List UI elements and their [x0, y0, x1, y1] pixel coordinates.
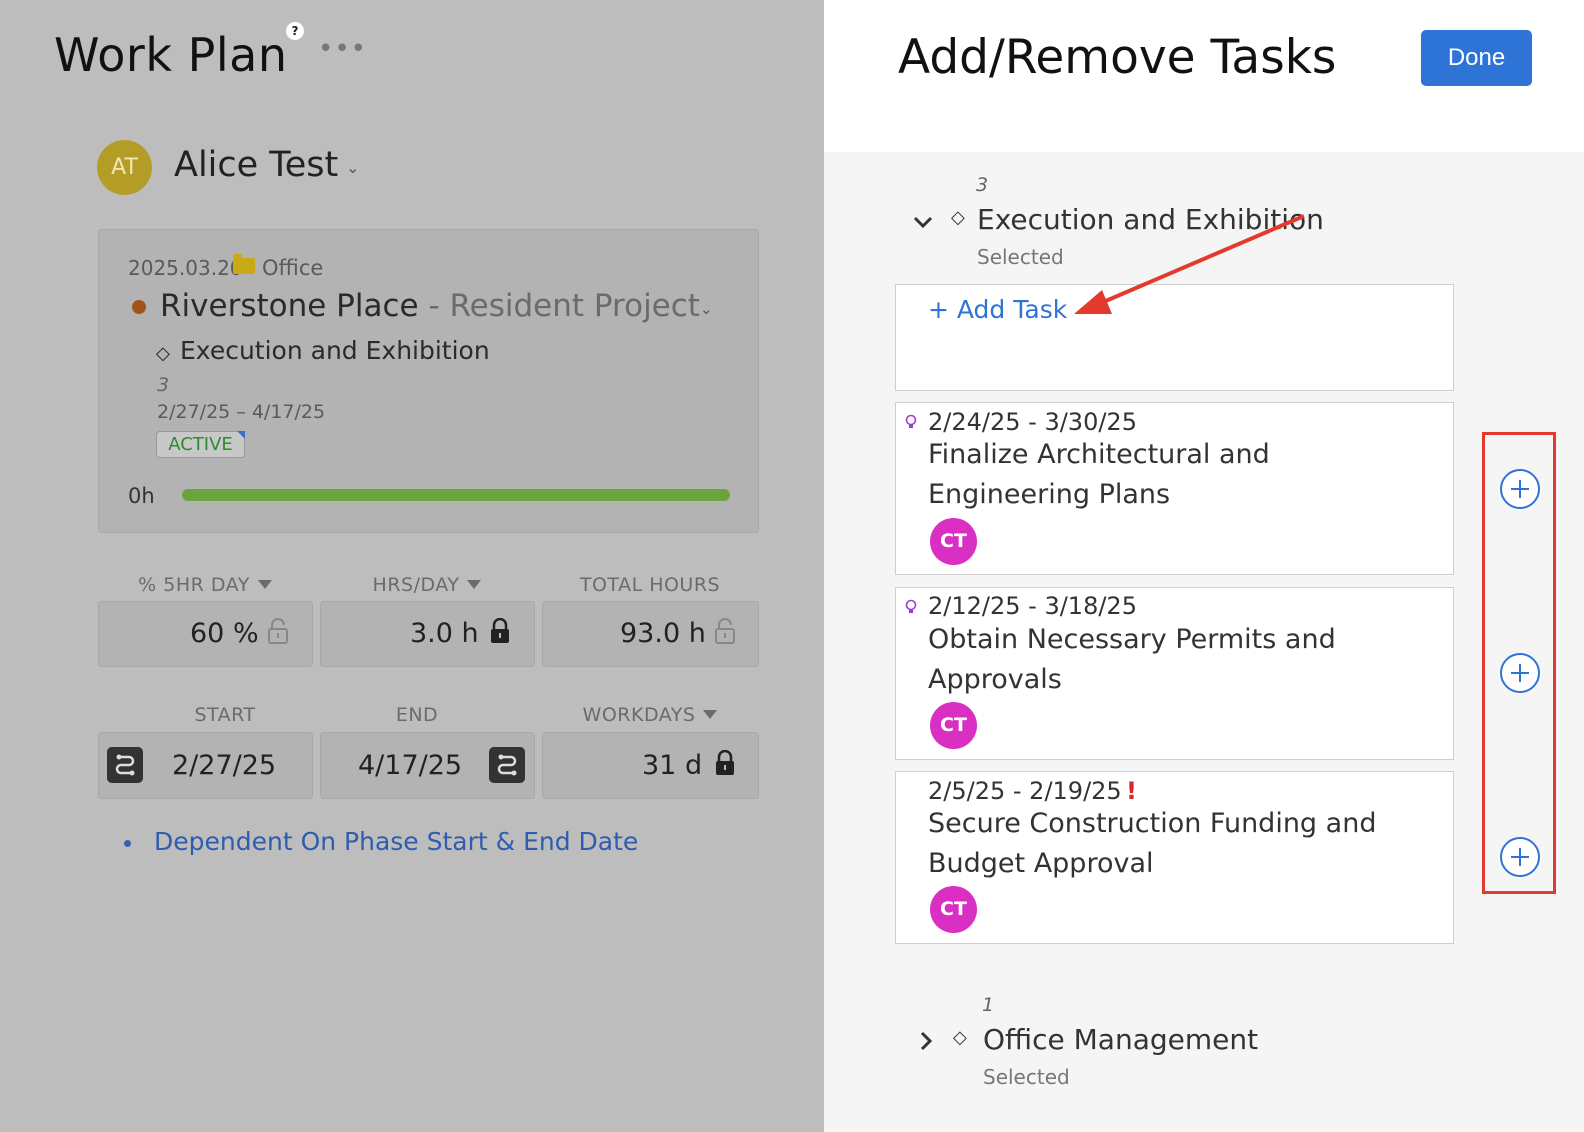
assignee-avatar[interactable]: CT	[930, 886, 977, 933]
workdays-label-text: WORKDAYS	[582, 704, 696, 726]
panel-title: Add/Remove Tasks	[898, 30, 1337, 85]
dependency-link[interactable]: Dependent On Phase Start & End Date	[154, 827, 638, 856]
phase-number: 3	[976, 174, 989, 196]
workdays-label[interactable]: WORKDAYS	[542, 704, 758, 726]
total-hours-value: 93.0 h	[620, 618, 706, 649]
phase-number: 1	[982, 994, 995, 1016]
done-button[interactable]: Done	[1421, 30, 1532, 86]
hours-label: 0h	[128, 484, 155, 508]
phase-number: 3	[157, 374, 170, 396]
lock-icon[interactable]	[490, 618, 510, 644]
end-label: END	[395, 704, 439, 726]
progress-bar	[182, 489, 730, 501]
caret-down-icon	[257, 580, 272, 589]
pct-day-label[interactable]: % 5HR DAY	[98, 574, 312, 596]
phase-diamond-icon: ◇	[156, 343, 170, 364]
user-avatar: AT	[97, 140, 152, 195]
user-name[interactable]: Alice Test	[174, 145, 338, 185]
project-title: Riverstone Place	[160, 288, 419, 324]
task-dates: 2/12/25 - 3/18/25	[928, 592, 1137, 620]
pct-day-label-text: % 5HR DAY	[138, 574, 250, 596]
task-title: Obtain Necessary Permits and Approvals	[928, 624, 1336, 695]
end-date-value: 4/17/25	[358, 750, 463, 781]
total-hours-label: TOTAL HOURS	[579, 574, 721, 596]
hrs-day-label-text: HRS/DAY	[372, 574, 460, 596]
pct-day-value: 60 %	[190, 618, 259, 649]
project-color-dot	[132, 300, 146, 314]
task-title: Secure Construction Funding and Budget A…	[928, 808, 1377, 879]
lock-icon[interactable]	[715, 750, 735, 776]
project-separator: -	[418, 288, 450, 324]
unlock-icon[interactable]	[268, 618, 288, 644]
chevron-right-icon[interactable]	[918, 1030, 934, 1052]
chevron-down-icon[interactable]: ⌄	[346, 158, 359, 177]
project-subtitle: Resident Project	[449, 288, 700, 324]
annotation-arrow	[1074, 214, 1305, 314]
unlock-icon[interactable]	[715, 618, 735, 644]
add-task-button[interactable]: + Add Task	[928, 295, 1067, 324]
workdays-value: 31 d	[642, 750, 703, 781]
task-dates: 2/5/25 - 2/19/25	[928, 777, 1122, 805]
lightbulb-icon	[905, 599, 917, 619]
alert-icon: !	[1126, 777, 1137, 805]
phase-status: Selected	[983, 1065, 1070, 1089]
page-title: Work Plan	[54, 28, 288, 82]
lightbulb-icon	[905, 414, 917, 434]
hrs-day-value: 3.0 h	[410, 618, 479, 649]
phase-diamond-icon: ◇	[951, 207, 965, 228]
status-badge: ACTIVE	[156, 431, 245, 458]
start-label: START	[194, 704, 256, 726]
caret-down-icon	[467, 580, 482, 589]
more-options-icon[interactable]: •••	[318, 34, 367, 64]
help-icon[interactable]: ?	[286, 22, 304, 40]
phase-title[interactable]: Office Management	[983, 1023, 1258, 1056]
hrs-day-label[interactable]: HRS/DAY	[320, 574, 534, 596]
caret-down-icon	[703, 710, 718, 719]
date-range-icon[interactable]	[107, 747, 143, 783]
card-office: Office	[262, 256, 324, 280]
date-range-icon[interactable]	[489, 747, 525, 783]
assignee-avatar[interactable]: CT	[930, 518, 977, 565]
phase-status: Selected	[977, 245, 1064, 269]
chevron-down-icon[interactable]: ⌄	[700, 300, 713, 318]
task-dates: 2/24/25 - 3/30/25	[928, 408, 1137, 436]
start-date-value: 2/27/25	[172, 750, 277, 781]
list-bullet	[124, 840, 131, 847]
assignee-avatar[interactable]: CT	[930, 702, 977, 749]
phase-name: Execution and Exhibition	[180, 336, 490, 365]
chevron-down-icon[interactable]	[912, 214, 934, 230]
task-title: Finalize Architectural and Engineering P…	[928, 439, 1270, 510]
phase-dates: 2/27/25 – 4/17/25	[157, 401, 326, 423]
project-name[interactable]: Riverstone Place - Resident Project	[160, 288, 700, 324]
phase-diamond-icon: ◇	[953, 1027, 967, 1048]
folder-icon	[233, 254, 255, 274]
annotation-highlight-box	[1482, 432, 1556, 894]
card-date: 2025.03.20	[128, 256, 243, 280]
